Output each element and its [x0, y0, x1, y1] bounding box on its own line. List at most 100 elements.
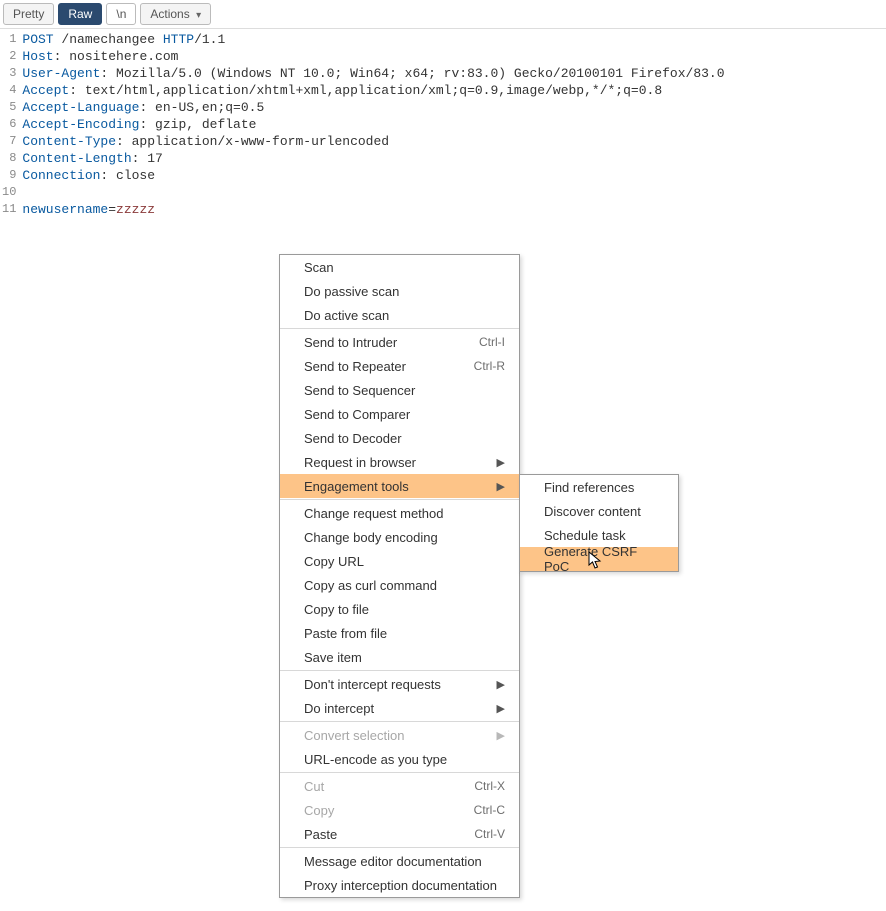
menu-item-copy-to-file[interactable]: Copy to file	[280, 597, 519, 621]
actions-label: Actions	[150, 7, 189, 21]
code-line[interactable]: User-Agent: Mozilla/5.0 (Windows NT 10.0…	[22, 65, 724, 82]
context-menu[interactable]: Scan Do passive scan Do active scan Send to…	[279, 254, 520, 898]
menu-item-label: Send to Intruder	[304, 335, 397, 350]
code-line[interactable]: Content-Type: application/x-www-form-url…	[22, 133, 724, 150]
menu-item-label: Cut	[304, 779, 324, 794]
menu-item-copy: CopyCtrl-C	[280, 798, 519, 822]
menu-item-cut: Cut Ctrl-X	[280, 774, 519, 798]
line-gutter: 1234567891011	[0, 29, 20, 220]
menu-item-label: Copy as curl command	[304, 578, 437, 593]
menu-item-don-t-intercept-requests[interactable]: Don't intercept requests▶	[280, 672, 519, 696]
menu-item-do-passive-scan[interactable]: Do passive scan	[280, 279, 519, 303]
menu-item-label: Do passive scan	[304, 284, 399, 299]
menu-item-send-to-comparer[interactable]: Send to Comparer	[280, 402, 519, 426]
menu-item-send-to-sequencer[interactable]: Send to Sequencer	[280, 378, 519, 402]
menu-item-copy-as-curl-command[interactable]: Copy as curl command	[280, 573, 519, 597]
menu-separator	[280, 721, 519, 722]
chevron-right-icon: ▶	[497, 480, 505, 493]
line-number: 3	[2, 65, 16, 82]
code-token: : gzip, deflate	[139, 117, 256, 132]
line-number: 5	[2, 99, 16, 116]
code-token: : nositehere.com	[54, 49, 179, 64]
code-token: Accept	[22, 83, 69, 98]
chevron-right-icon: ▶	[497, 702, 505, 715]
menu-item-change-body-encoding[interactable]: Change body encoding	[280, 525, 519, 549]
menu-item-request-in-browser[interactable]: Request in browser▶	[280, 450, 519, 474]
pretty-button[interactable]: Pretty	[3, 3, 54, 25]
menu-item-label: Send to Decoder	[304, 431, 402, 446]
menu-item-label: Engagement tools	[304, 479, 409, 494]
raw-button[interactable]: Raw	[58, 3, 102, 25]
menu-item-label: Schedule task	[544, 528, 626, 543]
code-line[interactable]: Content-Length: 17	[22, 150, 724, 167]
newline-button[interactable]: \n	[106, 3, 136, 25]
menu-item-url-encode-as-you-type[interactable]: URL-encode as you type	[280, 747, 519, 771]
code-token: Host	[22, 49, 53, 64]
menu-shortcut: Ctrl-X	[474, 779, 505, 793]
menu-item-convert-selection: Convert selection ▶	[280, 723, 519, 747]
request-editor[interactable]: 1234567891011 POST /namechangee HTTP/1.1…	[0, 29, 886, 220]
menu-item-send-to-decoder[interactable]: Send to Decoder	[280, 426, 519, 450]
code-token: =	[108, 202, 116, 217]
code-token: : en-US,en;q=0.5	[139, 100, 264, 115]
submenu-item-generate-csrf-poc[interactable]: Generate CSRF PoC	[520, 547, 678, 571]
menu-item-copy-url[interactable]: Copy URL	[280, 549, 519, 573]
code-line[interactable]	[22, 184, 724, 201]
line-number: 11	[2, 201, 16, 218]
menu-item-label: Request in browser	[304, 455, 416, 470]
line-number: 9	[2, 167, 16, 184]
menu-item-proxy-interception-documentation[interactable]: Proxy interception documentation	[280, 873, 519, 897]
menu-item-paste[interactable]: PasteCtrl-V	[280, 822, 519, 846]
code-line[interactable]: newusername=zzzzz	[22, 201, 724, 218]
menu-item-scan[interactable]: Scan	[280, 255, 519, 279]
menu-item-label: Change body encoding	[304, 530, 438, 545]
line-number: 8	[2, 150, 16, 167]
code-token: Accept-Language	[22, 100, 139, 115]
menu-separator	[280, 499, 519, 500]
menu-item-label: Send to Sequencer	[304, 383, 415, 398]
submenu-item-discover-content[interactable]: Discover content	[520, 499, 678, 523]
code-area[interactable]: POST /namechangee HTTP/1.1Host: nositehe…	[20, 29, 724, 220]
menu-item-change-request-method[interactable]: Change request method	[280, 501, 519, 525]
code-token: Content-Type	[22, 134, 116, 149]
code-line[interactable]: Host: nositehere.com	[22, 48, 724, 65]
menu-item-label: Copy to file	[304, 602, 369, 617]
menu-item-label: Copy URL	[304, 554, 364, 569]
code-line[interactable]: Connection: close	[22, 167, 724, 184]
chevron-down-icon: ▾	[196, 10, 201, 21]
menu-item-label: Scan	[304, 260, 334, 275]
engagement-tools-submenu[interactable]: Find references Discover content Schedule …	[519, 474, 679, 572]
menu-item-label: Generate CSRF PoC	[544, 544, 664, 574]
menu-separator	[280, 847, 519, 848]
menu-shortcut: Ctrl-I	[479, 335, 505, 349]
code-line[interactable]: Accept-Encoding: gzip, deflate	[22, 116, 724, 133]
menu-item-send-to-intruder[interactable]: Send to Intruder Ctrl-I	[280, 330, 519, 354]
code-token: : application/x-www-form-urlencoded	[116, 134, 389, 149]
code-line[interactable]: Accept-Language: en-US,en;q=0.5	[22, 99, 724, 116]
code-token: : Mozilla/5.0 (Windows NT 10.0; Win64; x…	[100, 66, 724, 81]
code-line[interactable]: Accept: text/html,application/xhtml+xml,…	[22, 82, 724, 99]
code-line[interactable]: POST /namechangee HTTP/1.1	[22, 31, 724, 48]
menu-separator	[280, 670, 519, 671]
line-number: 7	[2, 133, 16, 150]
code-token: newusername	[22, 202, 108, 217]
code-token: 1.1	[202, 32, 225, 47]
menu-item-do-intercept[interactable]: Do intercept▶	[280, 696, 519, 720]
menu-item-label: Find references	[544, 480, 634, 495]
submenu-item-find-references[interactable]: Find references	[520, 475, 678, 499]
menu-item-label: Convert selection	[304, 728, 404, 743]
menu-item-engagement-tools[interactable]: Engagement tools ▶	[280, 474, 519, 498]
menu-item-label: Message editor documentation	[304, 854, 482, 869]
menu-item-label: Send to Comparer	[304, 407, 410, 422]
menu-item-message-editor-documentation[interactable]: Message editor documentation	[280, 849, 519, 873]
menu-item-send-to-repeater[interactable]: Send to RepeaterCtrl-R	[280, 354, 519, 378]
actions-button[interactable]: Actions ▾	[140, 3, 211, 25]
code-token: zzzzz	[116, 202, 155, 217]
menu-item-save-item[interactable]: Save item	[280, 645, 519, 669]
menu-item-do-active-scan[interactable]: Do active scan	[280, 303, 519, 327]
line-number: 10	[2, 184, 16, 201]
chevron-right-icon: ▶	[497, 729, 505, 742]
view-toolbar: Pretty Raw \n Actions ▾	[0, 0, 886, 29]
menu-item-paste-from-file[interactable]: Paste from file	[280, 621, 519, 645]
menu-item-label: Copy	[304, 803, 334, 818]
